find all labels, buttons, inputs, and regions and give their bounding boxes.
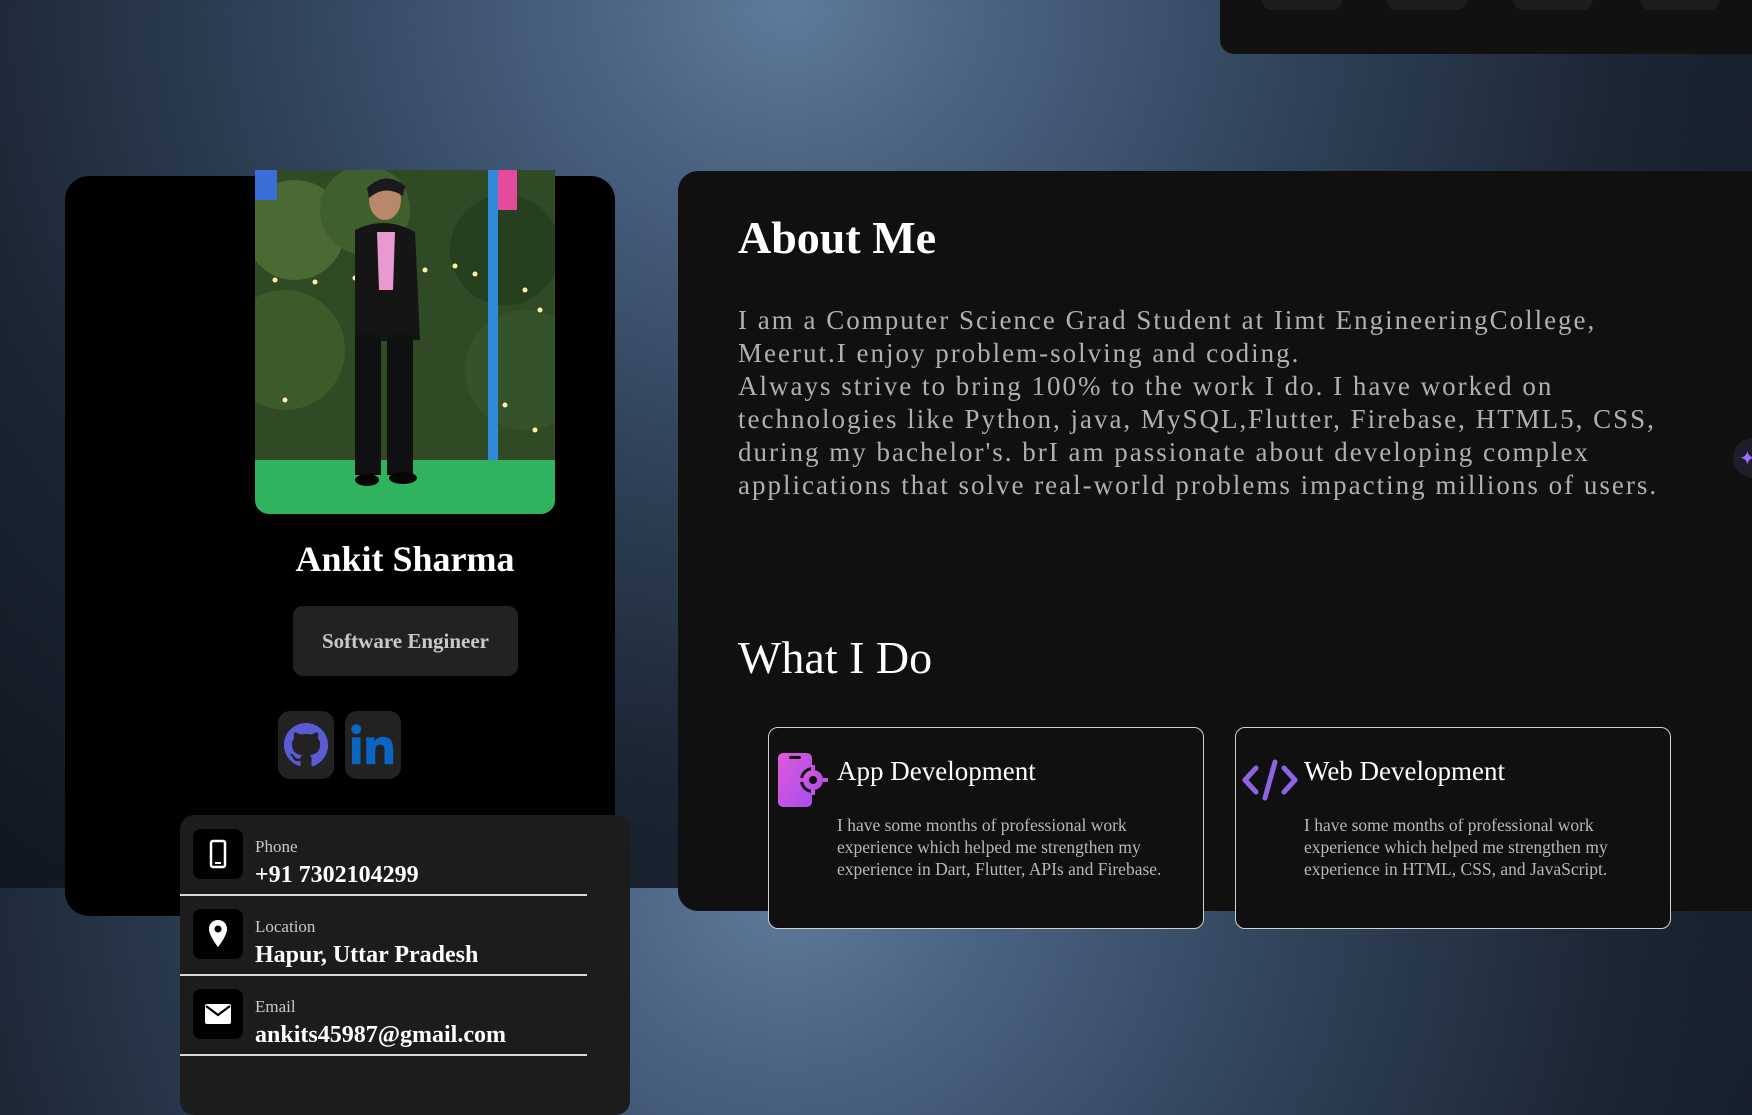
service-description: I have some months of professional work …: [837, 815, 1162, 879]
mobile-gear-icon: [778, 753, 828, 807]
contact-list: Phone +91 7302104299 Location Hapur, Utt…: [180, 815, 630, 1115]
profile-photo: [255, 170, 555, 514]
contact-label: Location: [255, 917, 316, 936]
service-card-web-development: Web Development I have some months of pr…: [1235, 727, 1671, 929]
profile-card: Ankit Sharma Software Engineer Phone +91…: [65, 170, 630, 1115]
main-panel: About Me I am a Computer Science Grad St…: [678, 171, 1752, 929]
contact-location: Location Hapur, Uttar Pradesh: [180, 895, 587, 976]
about-text: I am a Computer Science Grad Student at …: [738, 304, 1698, 502]
role-badge: Software Engineer: [293, 606, 518, 676]
contact-phone: Phone +91 7302104299: [180, 815, 587, 896]
code-brackets-icon: [1242, 759, 1298, 801]
contact-label: Phone: [255, 837, 298, 856]
about-paragraph-2: Always strive to bring 100% to the work …: [738, 371, 1659, 500]
what-i-do-title: What I Do: [738, 632, 933, 683]
nav-tab[interactable]: [1513, 0, 1593, 10]
github-link[interactable]: [278, 711, 334, 779]
profile-name: Ankit Sharma: [295, 539, 515, 579]
mail-icon: [193, 989, 243, 1039]
service-title: Web Development: [1304, 756, 1506, 786]
about-paragraph-1: I am a Computer Science Grad Student at …: [738, 305, 1597, 368]
github-icon: [283, 722, 329, 767]
phone-icon: [193, 829, 243, 879]
service-description: I have some months of professional work …: [1304, 815, 1608, 879]
nav-tab[interactable]: [1262, 0, 1342, 10]
location-value: Hapur, Uttar Pradesh: [255, 942, 479, 968]
nav-tab[interactable]: [1640, 0, 1720, 10]
location-pin-icon: [193, 909, 243, 959]
contact-label: Email: [255, 997, 296, 1016]
service-card-app-development: App Development I have some months of pr…: [768, 727, 1204, 929]
nav-tab[interactable]: [1387, 0, 1467, 10]
phone-value[interactable]: +91 7302104299: [255, 862, 419, 889]
linkedin-link[interactable]: [345, 711, 401, 779]
about-title: About Me: [738, 212, 937, 263]
service-title: App Development: [837, 756, 1036, 786]
contact-email: Email ankits45987@gmail.com: [180, 975, 587, 1056]
sparkle-icon: ✦: [1739, 446, 1752, 470]
linkedin-icon: [351, 724, 394, 765]
top-navigation: [1220, 0, 1752, 54]
email-value[interactable]: ankits45987@gmail.com: [255, 1022, 506, 1049]
